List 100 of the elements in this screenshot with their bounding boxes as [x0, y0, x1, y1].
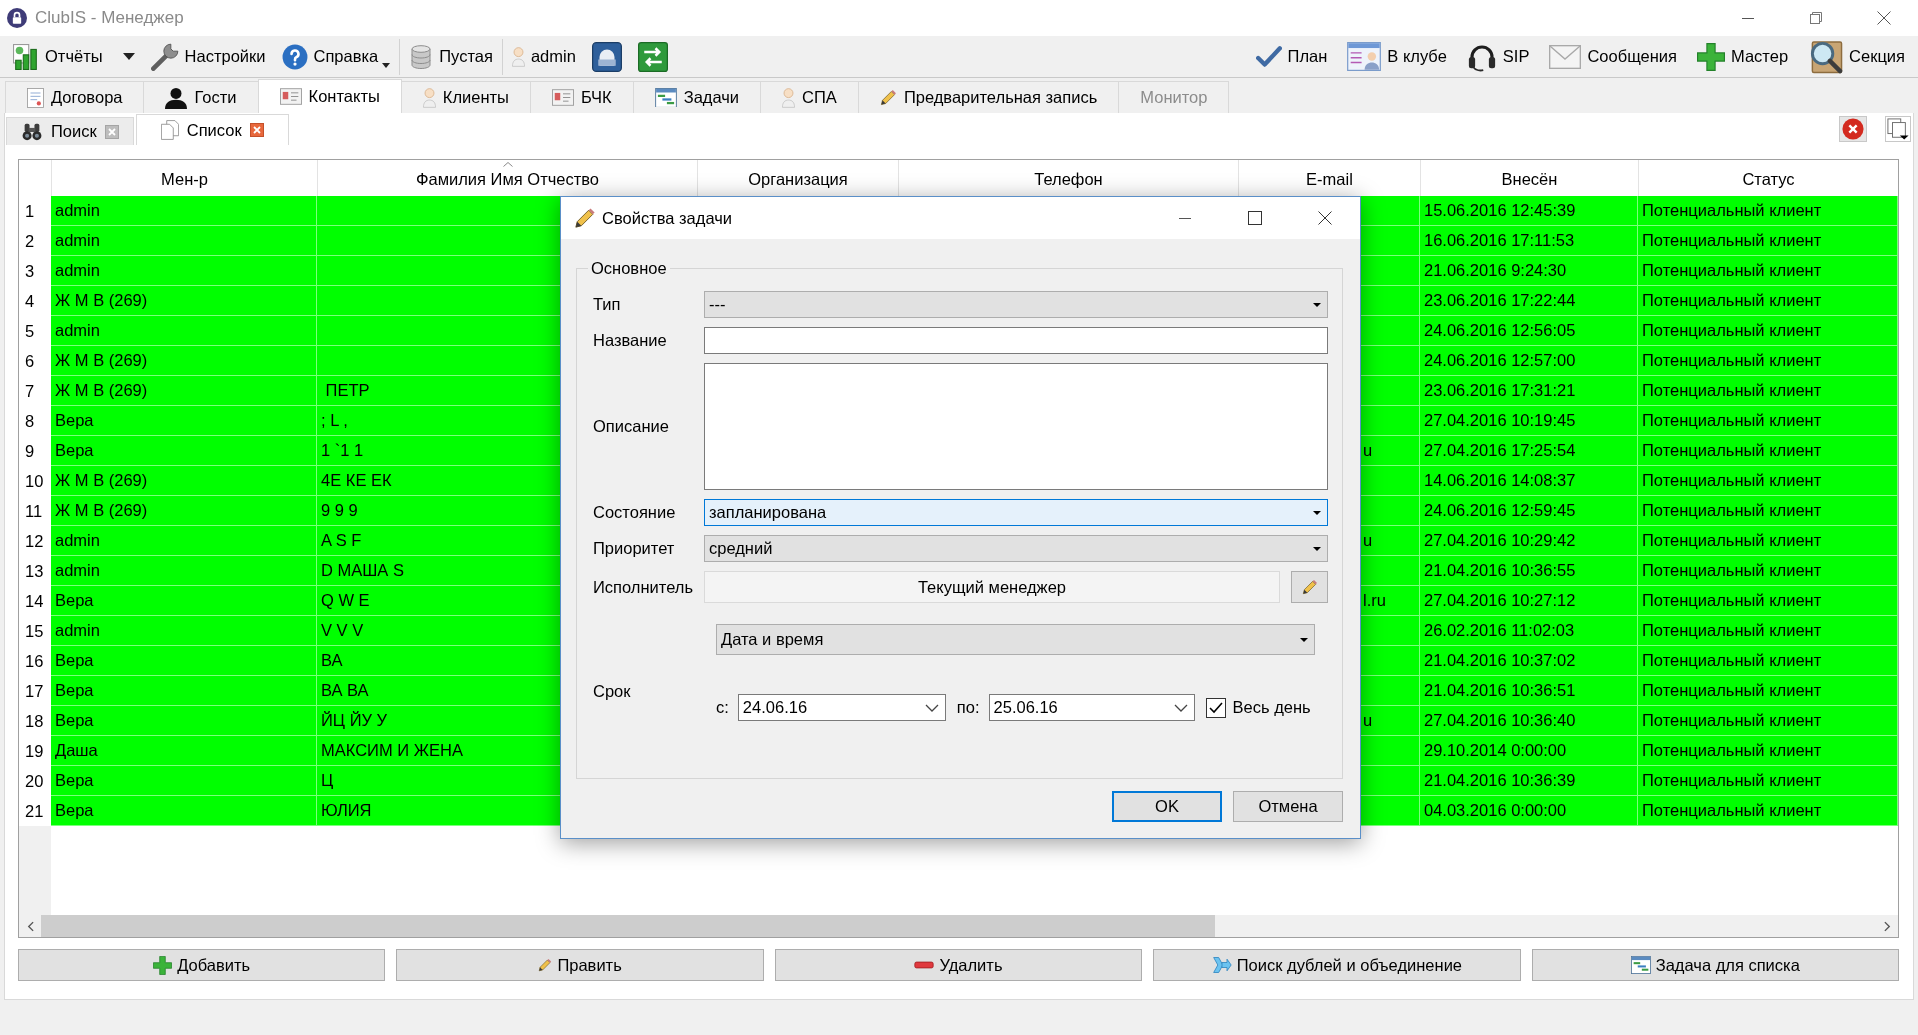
scrollbar-thumb[interactable] [41, 915, 1216, 937]
table-cell: 15.06.2016 12:45:39 [1420, 196, 1638, 226]
dropdown[interactable]: запланирована [704, 499, 1328, 526]
table-cell: Потенциальный клиент [1638, 286, 1898, 316]
dialog-title: Свойства задачи [602, 208, 733, 228]
envelope-icon [1549, 44, 1582, 69]
edit-button[interactable]: Править [396, 949, 764, 981]
ok-button[interactable]: OK [1112, 791, 1222, 822]
table-cell: 24.06.2016 12:56:05 [1420, 316, 1638, 346]
toolbar-button[interactable]: SIP [1463, 39, 1533, 74]
table-cell: Ж М В (269) [51, 466, 317, 496]
padlock-icon [591, 41, 622, 72]
tab[interactable]: Список [135, 114, 289, 145]
pencil-icon [574, 207, 596, 229]
close-button[interactable] [1839, 116, 1867, 142]
table-cell: Потенциальный клиент [1638, 226, 1898, 256]
table-cell: Потенциальный клиент [1638, 706, 1898, 736]
tab[interactable]: Поиск [6, 117, 134, 145]
table-cell: Потенциальный клиент [1638, 616, 1898, 646]
window-list-button[interactable] [1885, 116, 1911, 142]
plus-icon [153, 955, 173, 975]
toolbar-button[interactable]: Пустая [406, 39, 496, 74]
table-cell: admin [51, 316, 317, 346]
table-cell: 27.04.2016 17:25:54 [1420, 436, 1638, 466]
table-cell: Потенциальный клиент [1638, 316, 1898, 346]
toolbar-button[interactable]: В клубе [1344, 39, 1450, 74]
field-label: с: [716, 698, 729, 717]
close-icon [1318, 211, 1332, 225]
table-cell: Вера [51, 436, 317, 466]
table-cell: 24.06.2016 12:57:00 [1420, 346, 1638, 376]
table-cell: Потенциальный клиент [1638, 406, 1898, 436]
field-label: Тип [593, 295, 622, 314]
pencil-icon [879, 89, 897, 106]
table-cell: 23.06.2016 17:22:44 [1420, 286, 1638, 316]
table-cell: Потенциальный клиент [1638, 496, 1898, 526]
date-field[interactable]: 25.06.16 [988, 694, 1195, 721]
database-icon [409, 44, 434, 69]
horizontal-scrollbar[interactable] [19, 915, 1898, 937]
table-cell: 24.06.2016 12:59:45 [1420, 496, 1638, 526]
caret-icon [382, 62, 391, 68]
table-cell: Вера [51, 406, 317, 436]
edit-button[interactable] [1291, 571, 1328, 603]
help-icon [281, 43, 308, 70]
minimize-icon [1742, 17, 1754, 19]
dropdown[interactable]: Дата и время [716, 624, 1315, 655]
checkbox[interactable] [1205, 697, 1226, 718]
dropdown[interactable]: --- [704, 291, 1328, 318]
gantt-chart-icon [654, 87, 677, 108]
chevron-right-icon [1883, 920, 1891, 932]
toolbar-button[interactable]: План [1252, 39, 1331, 74]
table-cell: Ж М В (269) [51, 346, 317, 376]
table-cell: admin [51, 226, 317, 256]
merge-duplicates-button[interactable]: Поиск дублей и объединение [1153, 949, 1521, 981]
menu-button[interactable]: Отчёты [10, 39, 138, 74]
binoculars-icon [21, 122, 43, 141]
toolbar-button[interactable]: Сообщения [1546, 39, 1680, 74]
pencil-icon [538, 958, 553, 972]
close-icon [1877, 11, 1891, 25]
table-cell: Ж М В (269) [51, 496, 317, 526]
field-label: Название [593, 331, 668, 350]
chevron-left-icon [26, 920, 34, 932]
toolbar-button[interactable]: Мастер [1694, 39, 1792, 74]
toolbar-button[interactable]: Секция [1805, 39, 1908, 74]
table-cell: Потенциальный клиент [1638, 376, 1898, 406]
padlock-icon [7, 8, 27, 28]
split-button[interactable]: Справка [278, 39, 394, 74]
tab[interactable]: Контакты [257, 79, 402, 113]
table-cell: 27.04.2016 10:29:42 [1420, 526, 1638, 556]
table-cell: 26.02.2016 11:02:03 [1420, 616, 1638, 646]
window-title: ClubIS - Менеджер [35, 8, 184, 28]
text-field[interactable] [704, 327, 1328, 354]
table-cell: Вера [51, 766, 317, 796]
dropdown-arrow-icon [1313, 546, 1321, 551]
person-icon [165, 86, 188, 109]
table-cell: 27.04.2016 10:27:12 [1420, 586, 1638, 616]
assignee-field[interactable]: Текущий менеджер [704, 571, 1280, 603]
date-field[interactable]: 24.06.16 [737, 694, 946, 721]
tab[interactable]: Договора [5, 81, 145, 113]
table-cell: 21.06.2016 9:24:30 [1420, 256, 1638, 286]
delete-button[interactable]: Удалить [774, 949, 1143, 981]
dropdown[interactable]: средний [704, 535, 1328, 562]
table-cell: 23.06.2016 17:31:21 [1420, 376, 1638, 406]
table-cell: Потенциальный клиент [1638, 586, 1898, 616]
table-cell: 04.03.2016 0:00:00 [1420, 796, 1638, 826]
list-task-button[interactable]: Задача для списка [1531, 949, 1899, 981]
caret-icon [122, 53, 135, 60]
add-button[interactable]: Добавить [18, 949, 386, 981]
id-card-icon [279, 88, 302, 105]
cancel-button[interactable]: Отмена [1233, 791, 1343, 822]
person-icon [511, 46, 525, 67]
table-cell: 21.04.2016 10:36:51 [1420, 676, 1638, 706]
toolbar-button[interactable]: Настройки [147, 39, 269, 74]
toolbar-button[interactable]: admin [508, 39, 579, 74]
plus-icon [1697, 42, 1725, 71]
table-cell: Потенциальный клиент [1638, 796, 1898, 826]
minus-icon [914, 961, 935, 969]
table-cell: Потенциальный клиент [1638, 196, 1898, 226]
field-label: Срок [593, 682, 632, 701]
table-cell: 21.04.2016 10:37:02 [1420, 646, 1638, 676]
person-icon [422, 87, 436, 108]
